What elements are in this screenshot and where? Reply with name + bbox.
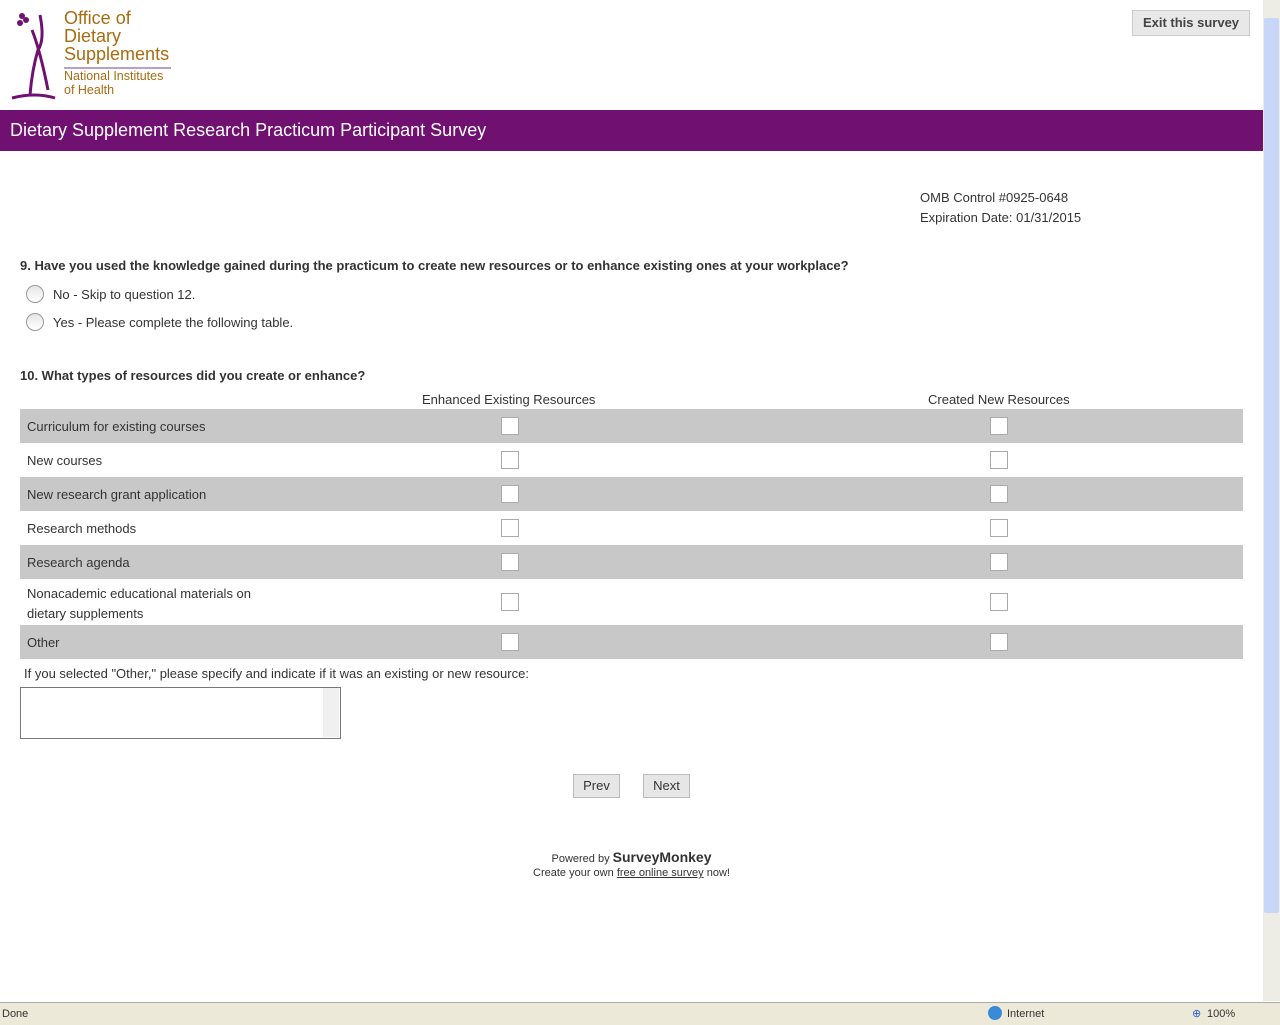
- enhanced-checkbox[interactable]: [501, 633, 519, 651]
- logo-line: Office of: [64, 8, 131, 28]
- free-survey-link[interactable]: free online survey: [617, 867, 704, 879]
- logo-divider: [64, 67, 171, 69]
- create-text-end: now!: [706, 867, 730, 879]
- textarea-scrollbar[interactable]: [323, 688, 339, 737]
- survey-title: Dietary Supplement Research Practicum Pa…: [0, 110, 1263, 151]
- next-button[interactable]: Next: [643, 774, 690, 798]
- radio-yes[interactable]: [26, 313, 44, 331]
- enhanced-checkbox[interactable]: [501, 519, 519, 537]
- table-row: Nonacademic educational materials on die…: [20, 579, 1243, 625]
- enhanced-checkbox[interactable]: [501, 451, 519, 469]
- logo-line: National Institutes: [64, 69, 164, 83]
- surveymonkey-brand: SurveyMonkey: [612, 849, 712, 865]
- created-checkbox[interactable]: [990, 417, 1008, 435]
- status-text: Done: [2, 1008, 29, 1020]
- enhanced-checkbox[interactable]: [501, 593, 519, 611]
- question-10: 10. What types of resources did you crea…: [20, 368, 366, 383]
- zoom-level[interactable]: 100%: [1207, 1008, 1235, 1020]
- question-9: 9. Have you used the knowledge gained du…: [20, 258, 849, 273]
- created-checkbox[interactable]: [990, 519, 1008, 537]
- radio-no[interactable]: [26, 285, 44, 303]
- row-label: Curriculum for existing courses: [27, 419, 206, 434]
- column-header-created: Created New Resources: [928, 392, 1070, 407]
- table-row: New research grant application: [20, 477, 1243, 511]
- created-checkbox[interactable]: [990, 593, 1008, 611]
- prev-button[interactable]: Prev: [573, 774, 620, 798]
- created-checkbox[interactable]: [990, 451, 1008, 469]
- powered-label: Powered by: [551, 853, 610, 865]
- expiration-date: Expiration Date: 01/31/2015: [920, 210, 1082, 225]
- row-label: New research grant application: [27, 487, 207, 502]
- scrollbar-thumb[interactable]: [1264, 18, 1279, 913]
- row-label: Research agenda: [27, 555, 130, 570]
- other-prompt: If you selected "Other," please specify …: [24, 666, 529, 681]
- table-row: Other: [20, 625, 1243, 659]
- table-row: Curriculum for existing courses: [20, 409, 1243, 443]
- exit-survey-button[interactable]: Exit this survey: [1132, 10, 1250, 36]
- create-survey-line: Create your own free online survey now!: [0, 867, 1263, 879]
- row-label: New courses: [27, 453, 103, 468]
- enhanced-checkbox[interactable]: [501, 417, 519, 435]
- table-row: New courses: [20, 443, 1243, 477]
- create-text: Create your own: [533, 867, 614, 879]
- row-label: Research methods: [27, 521, 137, 536]
- row-label: Other: [27, 635, 60, 650]
- other-specify-textarea[interactable]: [20, 687, 341, 739]
- column-header-enhanced: Enhanced Existing Resources: [422, 392, 596, 407]
- enhanced-checkbox[interactable]: [501, 553, 519, 571]
- zone-text: Internet: [1007, 1008, 1045, 1020]
- powered-by: Powered by SurveyMonkey: [0, 849, 1263, 865]
- created-checkbox[interactable]: [990, 633, 1008, 651]
- omb-info: OMB Control #0925-0648 Expiration Date: …: [920, 188, 1081, 228]
- logo-figure-icon: [11, 13, 56, 100]
- enhanced-checkbox[interactable]: [501, 485, 519, 503]
- omb-control: OMB Control #0925-0648: [920, 190, 1069, 205]
- logo-line: Dietary: [64, 26, 122, 46]
- logo-line: of Health: [64, 83, 115, 97]
- table-row: Research methods: [20, 511, 1243, 545]
- zoom-icon: ⊕: [1192, 1008, 1202, 1020]
- logo-line: Supplements: [64, 44, 170, 64]
- created-checkbox[interactable]: [990, 485, 1008, 503]
- radio-yes-label: Yes - Please complete the following tabl…: [53, 315, 294, 330]
- row-label: Nonacademic educational materials on die…: [27, 586, 252, 621]
- table-row: Research agenda: [20, 545, 1243, 579]
- status-bar: Done Internet ⊕ 100%: [0, 1002, 1280, 1025]
- created-checkbox[interactable]: [990, 553, 1008, 571]
- globe-icon: [988, 1006, 1002, 1020]
- radio-no-label: No - Skip to question 12.: [53, 287, 196, 302]
